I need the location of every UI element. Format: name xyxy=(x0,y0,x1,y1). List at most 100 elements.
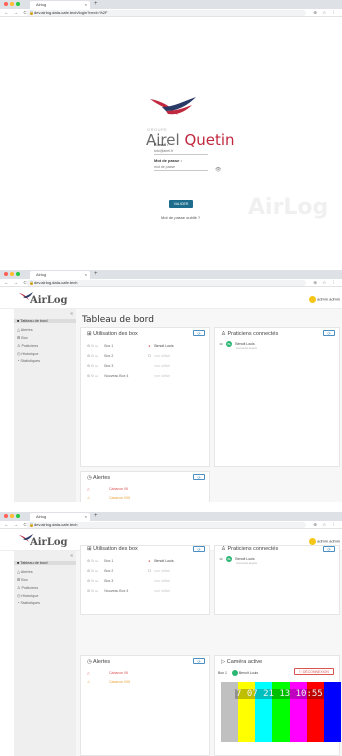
box-icon: ⊞ xyxy=(17,578,21,582)
refresh-button[interactable]: ⟳ xyxy=(193,658,205,664)
forgot-password-link[interactable]: Mot de passe oublié ? xyxy=(161,215,200,220)
window-minimize-button[interactable] xyxy=(10,514,14,518)
row-icons: ⚙ ↻ ▭ xyxy=(87,559,99,563)
list-item[interactable]: ⚠ Cabanon 006 xyxy=(87,680,130,684)
lock-icon: 🔒 xyxy=(29,10,34,15)
browser-tools[interactable]: ⊕ ☆ ⋮ xyxy=(313,279,338,287)
dashboard-screenshot: Airlog × + ← → C 🔒 dev.airlog.data-cafe.… xyxy=(0,270,342,502)
new-tab-button[interactable]: + xyxy=(94,0,98,9)
sidebar-item-alerts[interactable]: △ Alertes xyxy=(17,569,33,574)
url-field[interactable]: 🔒 dev.airlog.data-cafe.tech/login?next=%… xyxy=(26,10,306,16)
url-field[interactable]: 🔒 dev.airlog.data-cafe.tech xyxy=(26,522,306,528)
table-row[interactable]: ⚙ ↻ ▭ Box 2 ☐ non utilisé xyxy=(87,569,170,573)
sidebar-item-statistics[interactable]: ◔ Statistiques xyxy=(17,359,40,363)
sidebar: « ■ Tableau de bord △ Alertes ⊞ Box ♙ Pr… xyxy=(14,309,76,502)
tab-title: Airlog xyxy=(36,272,47,277)
camera-user-name: Benoit Louis xyxy=(238,670,259,675)
refresh-button[interactable]: ⟳ xyxy=(323,546,335,552)
list-item[interactable]: ☏ BL Benoit Louis Connecté depuis xyxy=(219,341,257,350)
table-row[interactable]: ⚙ ↻ ▭ Box 2 ☐ non utilisé xyxy=(87,354,170,358)
sidebar-item-dashboard[interactable]: ■ Tableau de bord xyxy=(14,319,76,323)
table-row[interactable]: ⚙ ↻ ▭ Box 3 non utilisé xyxy=(87,579,170,583)
window-maximize-button[interactable] xyxy=(16,514,20,518)
list-item[interactable]: △ Cabanon 06 xyxy=(87,487,128,491)
table-row[interactable]: ⚙ ↻ ▭ Nouveau Box 4 non utilisé xyxy=(87,374,170,378)
row-icons: ⚙ ↻ ▭ xyxy=(87,344,99,348)
card-title-text: Utilisation des box xyxy=(93,546,138,552)
box-user: Benoit Louis xyxy=(154,559,174,563)
browser-tools[interactable]: ⊕ ☆ ⋮ xyxy=(313,9,338,17)
clock-icon: ◷ xyxy=(17,594,21,598)
collapse-sidebar-icon[interactable]: « xyxy=(70,311,73,317)
new-tab-button[interactable]: + xyxy=(94,512,98,521)
refresh-button[interactable]: ⟳ xyxy=(193,330,205,336)
table-row[interactable]: ⚙ ↻ ▭ Box 3 non utilisé xyxy=(87,364,170,368)
dashboard-icon: ■ xyxy=(17,319,20,323)
password-field[interactable] xyxy=(154,164,208,171)
box-user: non utilisé xyxy=(154,364,171,368)
list-item[interactable]: ☏ BL Benoit Louis Connecté depuis xyxy=(219,556,257,565)
browser-tab[interactable]: Airlog × xyxy=(30,1,90,9)
user-menu[interactable]: admin admin xyxy=(309,538,340,545)
sidebar-item-label: Statistiques xyxy=(20,601,40,605)
close-tab-icon[interactable]: × xyxy=(85,513,87,521)
browser-tools[interactable]: ⊕ ☆ ⋮ xyxy=(313,521,338,529)
box-icon: ⊞ xyxy=(87,331,92,337)
list-item[interactable]: ⚠ Cabanon 006 xyxy=(87,496,130,500)
refresh-button[interactable]: ⟳ xyxy=(193,546,205,552)
user-icon: ♙ xyxy=(17,586,21,590)
window-close-button[interactable] xyxy=(4,514,8,518)
practitioner-status: Connecté depuis xyxy=(236,346,257,350)
user-name: admin admin xyxy=(317,296,340,302)
show-password-icon[interactable]: 👁 xyxy=(215,167,221,173)
sidebar-item-practitioners[interactable]: ♙ Praticiens xyxy=(17,585,38,590)
user-menu[interactable]: admin admin xyxy=(309,296,340,303)
sidebar-item-box[interactable]: ⊞ Box xyxy=(17,335,28,340)
sidebar-item-practitioners[interactable]: ♙ Praticiens xyxy=(17,343,38,348)
airel-logo-icon xyxy=(150,97,196,115)
card-title: ◷ Alertes xyxy=(87,475,110,481)
email-field[interactable] xyxy=(154,148,208,155)
box-name: Box 3 xyxy=(104,364,114,368)
disconnect-button[interactable]: ⎋ DÉCONNEXION xyxy=(294,668,334,675)
window-close-button[interactable] xyxy=(4,272,8,276)
sidebar-item-box[interactable]: ⊞ Box xyxy=(17,577,28,582)
window-minimize-button[interactable] xyxy=(10,2,14,6)
collapse-sidebar-icon[interactable]: « xyxy=(70,553,73,559)
close-tab-icon[interactable]: × xyxy=(85,1,87,9)
browser-tab[interactable]: Airlog × xyxy=(30,271,90,279)
close-tab-icon[interactable]: × xyxy=(85,271,87,279)
sidebar-item-history[interactable]: ◷ Historique xyxy=(17,351,38,356)
card-title-text: Caméra active xyxy=(226,659,263,665)
refresh-button[interactable]: ⟳ xyxy=(193,474,205,480)
window-minimize-button[interactable] xyxy=(10,272,14,276)
app-logo-text: AirLog xyxy=(30,537,68,548)
camera-video[interactable]: 7 07 21 13 10:55 xyxy=(221,682,341,742)
submit-button[interactable]: VALIDER xyxy=(169,200,193,208)
sidebar-item-statistics[interactable]: ◔ Statistiques xyxy=(17,601,40,605)
list-item[interactable]: △ Cabanon 06 xyxy=(87,671,128,675)
refresh-button[interactable]: ⟳ xyxy=(323,330,335,336)
card-title-text: Utilisation des box xyxy=(93,331,138,337)
card-title-text: Alertes xyxy=(93,475,111,481)
window-maximize-button[interactable] xyxy=(16,2,20,6)
sidebar-item-dashboard[interactable]: ■ Tableau de bord xyxy=(14,561,76,565)
warning-icon: △ xyxy=(87,671,90,675)
sidebar-item-alerts[interactable]: △ Alertes xyxy=(17,327,33,332)
card-title: ⊞ Utilisation des box xyxy=(87,546,138,552)
new-tab-button[interactable]: + xyxy=(94,270,98,279)
user-name: admin admin xyxy=(317,538,340,544)
window-maximize-button[interactable] xyxy=(16,272,20,276)
login-screenshot: Airlog × + ← → C 🔒 dev.airlog.data-cafe.… xyxy=(0,0,342,240)
dashboard-icon: ■ xyxy=(17,561,20,565)
sidebar-item-label: Praticiens xyxy=(21,586,39,590)
window-close-button[interactable] xyxy=(4,2,8,6)
table-row[interactable]: ⚙ ↻ ▭ Box 1 ● Benoit Louis xyxy=(87,559,174,563)
table-row[interactable]: ⚙ ↻ ▭ Nouveau Box 4 non utilisé xyxy=(87,589,170,593)
sidebar-item-history[interactable]: ◷ Historique xyxy=(17,593,38,598)
sidebar-item-label: Tableau de bord xyxy=(20,319,48,323)
url-field[interactable]: 🔒 dev.airlog.data-cafe.tech xyxy=(26,280,306,286)
warning-icon: △ xyxy=(87,487,90,491)
browser-tab[interactable]: Airlog × xyxy=(30,513,90,521)
table-row[interactable]: ⚙ ↻ ▭ Box 1 ● Benoit Louis xyxy=(87,344,174,348)
